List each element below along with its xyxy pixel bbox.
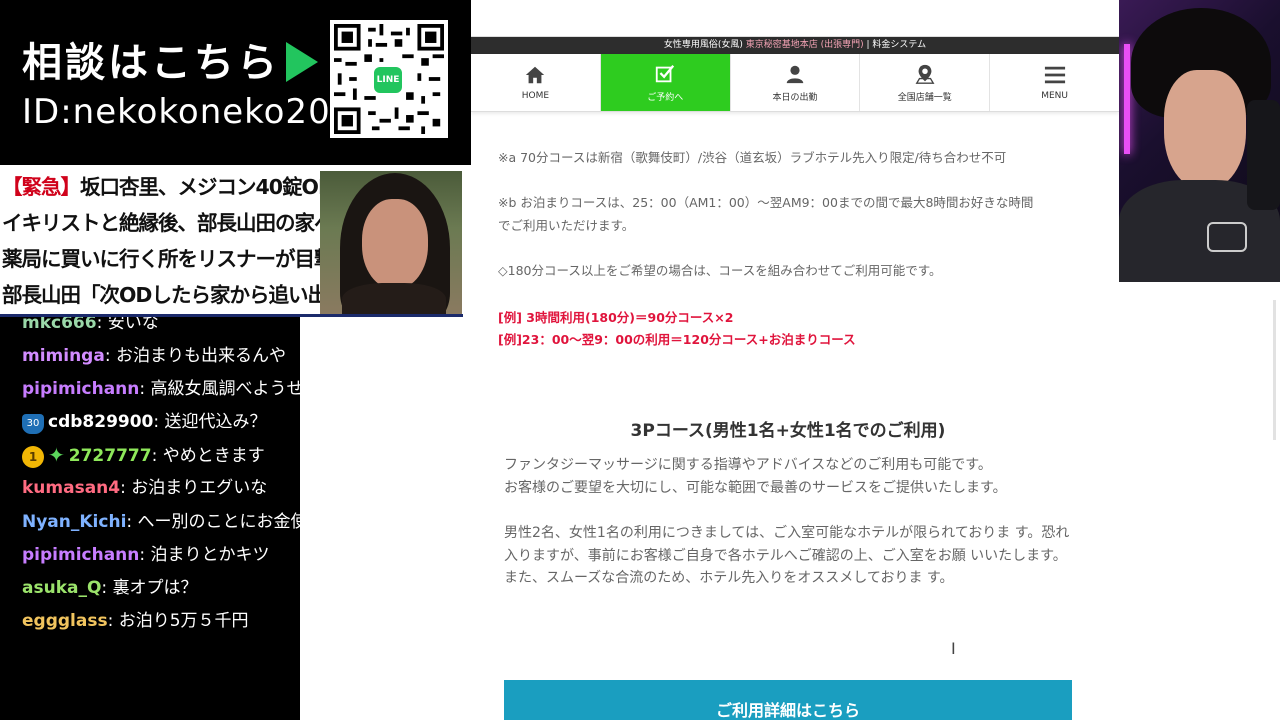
site-category: 女性専用風俗(女風) [663,40,743,50]
home-icon [526,66,545,84]
subscriber-badge-icon: 30 [22,414,44,435]
consult-text: 相談はこちら [22,40,280,86]
chat-username: eggglass [22,610,108,631]
chat-message: Nyan_Kichi: へー別のことにお金使 [0,506,300,539]
nav-label: 全国店舗一覧 [897,92,952,103]
nav-menu[interactable]: MENU [990,54,1119,111]
page-top-area [471,0,1119,37]
screen: 相談はこちら ID:nekokoneko2018 LINE 【緊急】坂口杏里、メ… [0,0,1280,720]
chat-message: miminga: お泊まりも出来るんや [22,346,286,367]
shirt-logo-icon [1207,222,1247,252]
nav-today-staff[interactable]: 本日の出勤 [731,54,861,111]
headline-lines: 【緊急】坂口杏里、メジコン40錠OD イキリストと絶縁後、部長山田の家へ 薬局に… [2,169,425,313]
consult-promo-banner: 相談はこちら ID:nekokoneko2018 LINE [0,0,471,165]
chat-message: asuka_Q: 裏オプは？ [22,577,198,598]
menu-icon [1044,66,1065,84]
site-nav: HOME ご予約へ 本日の出勤 全国店舗一覧 MENU [471,54,1119,112]
scrollbar[interactable] [1273,300,1276,440]
chat-message: pipimichann: 高級女風調べようせ [0,373,300,406]
chat-username: 2727777 [68,446,152,467]
chat-text: 高級女風調べようせ [150,379,300,400]
consult-heading: 相談はこちら [22,30,318,88]
webcam-feed [1119,0,1280,282]
checkbox-icon [656,64,675,82]
rank-badge-icon: 1 [22,446,44,469]
sparkle-icon: ✦ [48,443,65,468]
user-icon [786,65,804,83]
chat-text: 送迎代込み？ [164,412,267,433]
chat-username: mkc666 [22,317,97,333]
nav-label: ご予約へ [647,92,684,103]
news-headline-banner: 【緊急】坂口杏里、メジコン40錠OD イキリストと絶縁後、部長山田の家へ 薬局に… [0,165,463,317]
map-pin-icon [915,64,935,84]
chat-panel: mkc666: 安いな miminga: お泊まりも出来るんや pipimich… [0,317,300,720]
nav-label: MENU [1041,91,1068,101]
text-cursor-icon: I [951,639,956,658]
chat-message: eggglass: お泊り5万５千円 [22,610,249,631]
details-button[interactable]: ご利用詳細はこちら [504,680,1072,720]
headline-photo [320,171,462,314]
background-area [300,317,471,720]
chat-text: 泊まりとかキツ [150,544,270,565]
line-id-text: ID:nekokoneko2018 [22,92,376,132]
note-b-line-1: ※b お泊まりコースは、25：00（AM1：00）〜翌AM9：00までの間で最大… [498,195,1034,210]
paragraph-1-line-2: お客様のご要望を大切にし、可能な範囲で最善のサービスをご提供いたします。 [504,479,1007,496]
nav-label: 本日の出勤 [772,92,818,103]
paragraph-1: ファンタジーマッサージに関する指導やアドバイスなどのご利用も可能です。 お客様の… [504,454,1074,499]
nav-label: HOME [521,91,550,101]
section-title: 3Pコース(男性1名+女性1名でのご利用) [630,421,946,441]
play-arrow-icon [286,42,318,82]
chat-username: cdb829900 [48,412,154,433]
paragraph-1-line-1: ファンタジーマッサージに関する指導やアドバイスなどのご利用も可能です。 [504,457,992,473]
chat-text: お泊り5万５千円 [118,610,249,631]
chat-username: miminga [22,346,105,367]
qr-code[interactable]: LINE [330,20,448,138]
chat-text: へー別のことにお金使 [137,511,300,532]
chat-username: pipimichann [22,544,140,565]
paragraph-2: 男性2名、女性1名の利用につきましては、ご入室可能なホテルが限られておりま す。… [504,525,1070,586]
chat-message: mkc666: 安いな [0,317,300,340]
chat-text: 安いな [107,317,159,333]
chat-username: pipimichann [22,379,140,400]
nav-store-list[interactable]: 全国店舗一覧 [860,54,991,111]
nav-reservation[interactable]: ご予約へ [600,54,731,111]
headline-line-3: 薬局に買いに行く所をリスナーが目撃!! [2,247,351,271]
chat-message: pipimichann: 泊まりとかキツ [22,544,270,565]
headline-line-2: イキリストと絶縁後、部長山田の家へ [2,211,334,235]
example-1: [例] 3時間利用(180分)＝90分コース×2 [498,310,734,325]
browser-page: 女性専用風俗(女風) 東京秘密基地本店 (出張専門) | 料金システム HOME… [471,0,1119,720]
page-name: | 料金システム [866,40,927,50]
site-breadcrumb: 女性専用風俗(女風) 東京秘密基地本店 (出張専門) | 料金システム [471,37,1119,54]
line-logo: LINE [372,65,404,95]
example-2: [例]23：00〜翌9：00の利用＝120分コース+お泊まりコース [498,332,856,347]
chat-username: Nyan_Kichi [22,511,127,532]
chat-username: kumasan4 [22,478,121,499]
chat-text: 裏オプは？ [112,577,198,598]
chat-username: asuka_Q [22,577,102,598]
chat-text: お泊まりも出来るんや [115,346,286,367]
chat-text: お泊まりエグいな [131,478,268,499]
note-a: ※a 70分コースは新宿（歌舞伎町）/渋谷（道玄坂）ラブホテル先入り限定/待ち合… [498,150,1007,165]
background-area [1119,282,1280,720]
chat-text: やめときます [162,446,265,467]
note-180: ◇180分コース以上をご希望の場合は、コースを組み合わせてご利用可能です。 [498,263,942,278]
chat-message: 1 ✦ 2727777: やめときます [0,439,300,472]
headline-line-1: 【緊急】坂口杏里、メジコン40錠OD [2,175,335,199]
note-b-line-2: でご利用いただけます。 [498,218,635,233]
chat-message: 30 cdb829900: 送迎代込み？ [0,406,300,439]
nav-home[interactable]: HOME [471,54,601,111]
store-name-link[interactable]: 東京秘密基地本店 (出張専門) [746,40,864,50]
chat-message: kumasan4: お泊まりエグいな [22,478,268,499]
headline-line-4: 部長山田「次ODしたら家から追い出す」と警告 [2,283,425,307]
